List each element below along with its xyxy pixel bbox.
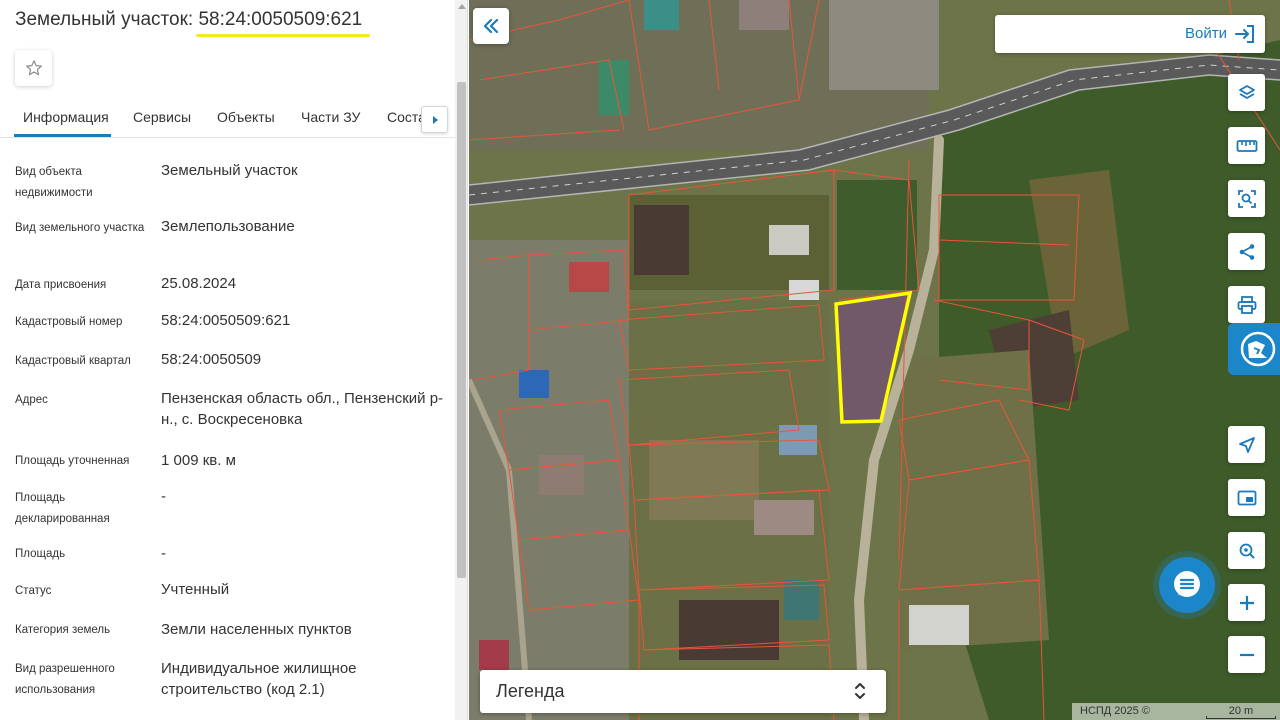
attribution-text: НСПД 2025 © <box>1080 705 1150 717</box>
property-label: Вид объекта недвижимости <box>15 166 93 199</box>
property-value: Индивидуальное жилищное строительство (к… <box>161 660 357 698</box>
property-label: Кадастровый квартал <box>15 355 131 367</box>
tab-objects[interactable]: Объекты <box>217 109 275 125</box>
info-panel: Земельный участок: 58:24:0050509:621 Инф… <box>0 0 468 720</box>
property-value: Земельный участок <box>161 162 298 179</box>
minimap-button[interactable] <box>1228 479 1265 516</box>
chat-icon <box>1174 571 1200 597</box>
property-value: Землепользование <box>161 218 295 235</box>
scrollbar-thumb[interactable] <box>457 82 466 578</box>
star-icon <box>25 60 42 76</box>
zoom-out-icon <box>1239 653 1254 656</box>
area-select-icon <box>1237 189 1256 208</box>
share-button[interactable] <box>1228 233 1265 270</box>
property-label: Площадь декларированная <box>15 492 110 525</box>
property-label: Площадь уточненная <box>15 455 130 467</box>
cadastral-icon <box>1240 331 1276 367</box>
property-label: Вид земельного участка <box>15 222 145 234</box>
favorite-button[interactable] <box>15 50 52 86</box>
legend-label: Легенда <box>496 681 565 701</box>
ruler-button[interactable] <box>1228 127 1265 164</box>
chat-button[interactable] <box>1159 557 1215 613</box>
print-button[interactable] <box>1228 286 1265 323</box>
cadastral-map-button[interactable] <box>1228 323 1280 375</box>
tab-services[interactable]: Сервисы <box>133 109 191 125</box>
panel-scrollbar[interactable] <box>455 0 467 720</box>
property-value: Земли населенных пунктов <box>161 621 352 638</box>
property-value: 58:24:0050509:621 <box>161 312 291 329</box>
property-label: Категория земель <box>15 624 111 636</box>
zoom-out-button[interactable] <box>1228 636 1265 673</box>
property-value: - <box>161 488 166 505</box>
tab-information[interactable]: Информация <box>23 109 109 125</box>
locate-button[interactable] <box>1228 426 1265 463</box>
area-select-button[interactable] <box>1228 180 1265 217</box>
property-label: Адрес <box>15 394 48 406</box>
map-view[interactable] <box>469 0 1280 720</box>
active-tab-indicator <box>14 134 111 137</box>
zoom-in-button[interactable] <box>1228 584 1265 621</box>
double-chevron-left-icon <box>483 19 499 33</box>
property-label: Площадь <box>15 548 66 560</box>
layers-button[interactable] <box>1228 74 1265 111</box>
expand-collapse-icon <box>855 683 865 699</box>
property-value: 25.08.2024 <box>161 275 237 292</box>
tab-parts[interactable]: Части ЗУ <box>301 109 360 125</box>
tab-bar: Информация Сервисы Объекты Части ЗУ Сост… <box>0 100 455 138</box>
property-value: - <box>161 545 166 562</box>
property-label: Вид разрешенного использования <box>15 663 115 696</box>
login-icon <box>1235 25 1254 43</box>
locate-icon <box>1238 436 1255 453</box>
scale-bar <box>1206 716 1276 719</box>
property-value: 1 009 кв. м <box>161 452 236 469</box>
ruler-icon <box>1236 139 1257 152</box>
legend-dropdown[interactable]: Легенда <box>480 670 886 713</box>
map-attribution: НСПД 2025 © 20 m <box>1072 703 1280 720</box>
login-button[interactable]: Войти <box>995 15 1265 53</box>
title-prefix: Земельный участок: <box>15 9 194 30</box>
scroll-up-arrow-icon[interactable] <box>458 4 466 9</box>
property-label: Дата присвоения <box>15 279 107 291</box>
caret-right-icon <box>432 115 438 124</box>
login-label: Войти <box>1185 25 1227 42</box>
print-icon <box>1237 295 1256 314</box>
property-label: Кадастровый номер <box>15 316 123 328</box>
page-title: Земельный участок: 58:24:0050509:621 <box>15 9 362 31</box>
tabs-scroll-right-button[interactable] <box>421 106 448 133</box>
share-icon <box>1239 243 1254 260</box>
minimap-icon <box>1237 490 1256 505</box>
layers-icon <box>1238 84 1255 99</box>
satellite-imagery[interactable] <box>469 0 1280 720</box>
property-label: Статус <box>15 585 52 597</box>
cadastral-number-title: 58:24:0050509:621 <box>198 9 363 30</box>
search-location-button[interactable] <box>1228 532 1265 569</box>
property-value: 58:24:0050509 <box>161 351 262 368</box>
collapse-panel-button[interactable] <box>473 8 509 44</box>
search-location-icon <box>1239 543 1255 559</box>
property-value: Учтенный <box>161 581 230 598</box>
property-value: Пензенская область обл., Пензенский р-н.… <box>161 390 444 428</box>
zoom-in-icon <box>1239 595 1254 610</box>
